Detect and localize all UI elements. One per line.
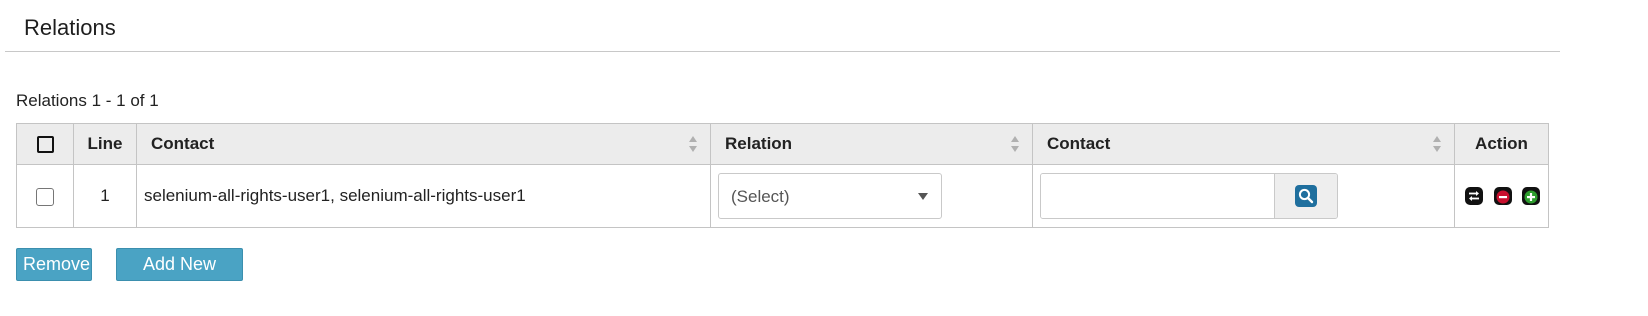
- sort-arrows-icon[interactable]: [1011, 135, 1019, 153]
- swap-icon[interactable]: [1464, 186, 1484, 206]
- relation-select-value: (Select): [731, 187, 790, 206]
- pagination-summary: Relations 1 - 1 of 1: [16, 91, 159, 110]
- select-all-checkbox[interactable]: [36, 136, 54, 154]
- sort-arrows-icon[interactable]: [689, 135, 697, 153]
- add-icon[interactable]: [1521, 186, 1541, 206]
- section-header: Relations: [5, 0, 1560, 52]
- add-new-item-button[interactable]: Add New Item: [116, 248, 243, 305]
- row-line-number: 1: [73, 164, 137, 228]
- select-all-header: [16, 123, 74, 165]
- contact-lookup-button[interactable]: [1274, 174, 1337, 218]
- column-header-action: Action: [1454, 123, 1549, 165]
- column-header-line: Line: [73, 123, 137, 165]
- section-title: Relations: [24, 15, 116, 40]
- relations-table: Line Contact Relation Contact Action 1 s…: [16, 123, 1549, 228]
- row-contact-name: selenium-all-rights-user1, selenium-all-…: [136, 164, 711, 228]
- table-row: 1 selenium-all-rights-user1, selenium-al…: [16, 164, 1549, 228]
- column-header-contact[interactable]: Contact: [136, 123, 711, 165]
- row-actions-cell: [1454, 164, 1549, 228]
- search-icon: [1295, 185, 1317, 207]
- sort-arrows-icon[interactable]: [1433, 135, 1441, 153]
- chevron-down-icon: [918, 193, 928, 200]
- column-header-related-contact[interactable]: Contact: [1032, 123, 1455, 165]
- row-select-checkbox[interactable]: [36, 187, 54, 206]
- row-select-cell: [16, 164, 74, 228]
- relation-select[interactable]: (Select): [718, 173, 942, 219]
- table-header-row: Line Contact Relation Contact Action: [16, 123, 1549, 165]
- contact-lookup: [1040, 173, 1338, 219]
- contact-lookup-input[interactable]: [1041, 174, 1275, 218]
- column-header-contact-label: Contact: [151, 134, 215, 153]
- column-header-related-contact-label: Contact: [1047, 134, 1111, 153]
- column-header-relation-label: Relation: [725, 134, 793, 153]
- row-related-contact-cell: [1032, 164, 1455, 228]
- row-relation-cell: (Select): [710, 164, 1033, 228]
- remove-icon[interactable]: [1493, 186, 1513, 206]
- remove-button[interactable]: Remove: [16, 248, 92, 281]
- column-header-relation[interactable]: Relation: [710, 123, 1033, 165]
